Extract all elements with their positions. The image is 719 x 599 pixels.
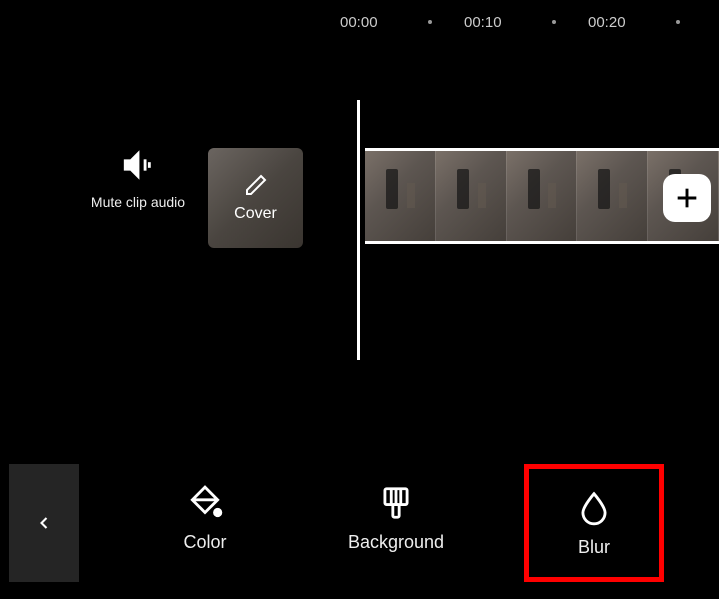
mute-clip-audio-button[interactable]: Mute clip audio: [88, 148, 188, 211]
chevron-left-icon: [34, 507, 54, 539]
cover-label: Cover: [234, 205, 277, 223]
pencil-icon: [244, 173, 268, 197]
color-tool-button[interactable]: Color: [135, 484, 275, 553]
clip-frame: [507, 151, 578, 241]
ruler-time-0: 00:00: [340, 14, 378, 31]
clip-frame: [365, 151, 436, 241]
ruler-time-1: 00:10: [464, 14, 502, 31]
ruler-dot: [428, 20, 432, 24]
ruler-time-2: 00:20: [588, 14, 626, 31]
plus-icon: [673, 184, 701, 212]
background-tool-button[interactable]: Background: [326, 484, 466, 553]
brush-icon: [377, 484, 415, 522]
timeline-area: Mute clip audio Cover: [0, 100, 719, 350]
background-label: Background: [348, 532, 444, 553]
back-button[interactable]: [9, 464, 79, 582]
speaker-icon: [121, 148, 155, 182]
bottom-toolbar: Color Background Blur: [0, 454, 719, 599]
color-label: Color: [183, 532, 226, 553]
add-clip-button[interactable]: [663, 174, 711, 222]
blur-tool-button[interactable]: Blur: [524, 464, 664, 582]
ruler-dot: [676, 20, 680, 24]
blur-label: Blur: [578, 537, 610, 558]
clip-frame: [436, 151, 507, 241]
paint-bucket-icon: [186, 484, 224, 522]
mute-label: Mute clip audio: [88, 193, 188, 211]
cover-button[interactable]: Cover: [208, 148, 303, 248]
droplet-icon: [575, 489, 613, 527]
timeline-ruler: 00:00 00:10 00:20: [0, 10, 719, 34]
ruler-dot: [552, 20, 556, 24]
clip-frame: [577, 151, 648, 241]
playhead[interactable]: [357, 100, 360, 360]
